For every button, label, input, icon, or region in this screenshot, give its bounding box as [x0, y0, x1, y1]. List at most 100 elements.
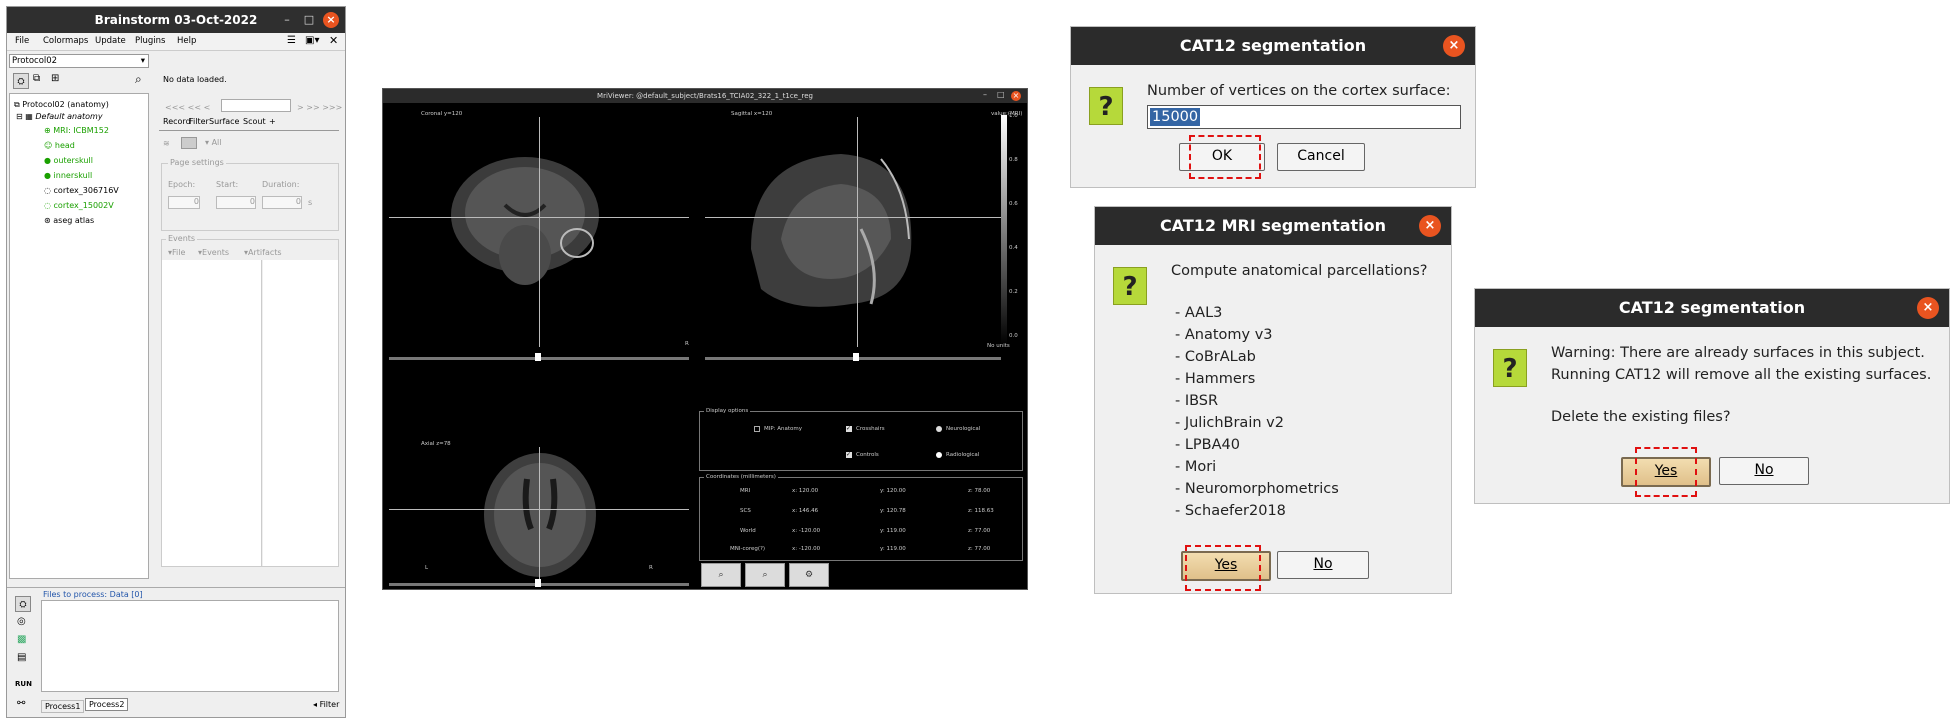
zoom-out-button[interactable]: ⌕	[745, 563, 785, 587]
tree-item-label: cortex_306716V	[53, 186, 119, 195]
protocol-select-value: Protocol02	[12, 56, 58, 66]
radiological-radio[interactable]	[936, 452, 942, 458]
search-icon[interactable]: ⌕	[135, 72, 142, 87]
tree-item-atlas[interactable]: ⊛ aseg atlas	[44, 216, 94, 225]
close-icon[interactable]: ×	[1443, 35, 1465, 57]
database-tree: ⧉ Protocol02 (anatomy) ⊟ ▦ Default anato…	[9, 93, 149, 579]
sources-filter-icon[interactable]: ◎	[17, 616, 26, 627]
maximize-button[interactable]: □	[301, 12, 317, 28]
data-filter-icon[interactable]: ⛭	[15, 596, 31, 612]
menu-colormaps[interactable]: Colormaps	[43, 36, 88, 46]
menu-update[interactable]: Update	[95, 36, 126, 46]
coord-y: y: 120.00	[880, 488, 906, 494]
colorbar[interactable]	[1001, 115, 1007, 345]
tree-item-label: outerskull	[53, 156, 93, 165]
events-events-menu[interactable]: ▾Events	[198, 248, 229, 257]
coronal-slice-image	[451, 157, 599, 285]
tab-process1[interactable]: Process1	[41, 700, 85, 713]
all-selector[interactable]: ▾ All	[205, 138, 221, 147]
events-file-menu[interactable]: ▾File	[168, 248, 185, 257]
duration-field[interactable]: 0	[262, 196, 302, 209]
events-label: Events	[166, 234, 198, 243]
tree-item-cortex-2[interactable]: ◌ cortex_15002V	[44, 201, 114, 210]
minimize-button[interactable]: –	[983, 90, 987, 99]
files-to-process-label: Files to process: Data [0]	[43, 590, 143, 599]
coronal-view[interactable]: Coronal y=120 R	[385, 105, 695, 361]
highlight-box	[1635, 447, 1697, 497]
colorbar-tick: 0.6	[1009, 201, 1018, 207]
page-settings-label: Page settings	[168, 158, 226, 167]
channel-icon[interactable]	[181, 137, 197, 149]
tree-item-innerskull[interactable]: ● innerskull	[44, 171, 92, 180]
pipeline-icon[interactable]: ⚯	[17, 698, 25, 709]
run-button[interactable]: RUN	[15, 680, 32, 688]
tree-item-cortex-1[interactable]: ◌ cortex_306716V	[44, 186, 119, 195]
files-to-process-list[interactable]	[41, 600, 339, 692]
start-field[interactable]: 0	[216, 196, 256, 209]
tree-item-head[interactable]: ☺ head	[44, 141, 75, 150]
axial-label: Axial z=78	[421, 441, 451, 447]
zoom-in-button[interactable]: ⌕	[701, 563, 741, 587]
montage-icon[interactable]: ≋	[163, 139, 170, 148]
minimize-button[interactable]: –	[279, 12, 295, 28]
vertices-input[interactable]: 15000	[1147, 105, 1461, 129]
events-artifacts-menu[interactable]: ▾Artifacts	[244, 248, 282, 257]
cat12-mri-parcellation-dialog: CAT12 MRI segmentation × ? Compute anato…	[1094, 206, 1452, 594]
settings-button[interactable]: ⚙	[789, 563, 829, 587]
tools-icon[interactable]: ✕	[329, 34, 338, 47]
epoch-field[interactable]: 0	[168, 196, 200, 209]
tab-scout[interactable]: Scout	[243, 117, 266, 126]
tree-root[interactable]: ⧉ Protocol02 (anatomy)	[14, 100, 109, 110]
functional-view-icon[interactable]: ⛭	[13, 73, 29, 89]
nav-right-buttons[interactable]: > >> >>>	[297, 103, 342, 112]
duration-unit: s	[308, 198, 313, 207]
no-button[interactable]: No	[1277, 551, 1369, 579]
controls-checkbox[interactable]: ✓	[846, 452, 852, 458]
crosshairs-checkbox[interactable]: ✓	[846, 426, 852, 432]
tab-surface[interactable]: Surface	[209, 117, 239, 126]
tab-add[interactable]: +	[269, 117, 276, 126]
study-view-icon[interactable]: ⊞	[51, 73, 59, 84]
axial-view[interactable]: Axial z=78 L R	[385, 355, 695, 591]
tab-record[interactable]: Record	[163, 117, 191, 126]
skull-icon: ●	[44, 156, 54, 165]
protocol-select[interactable]: Protocol02 ▾	[9, 54, 149, 68]
anatomy-view-icon[interactable]: ⧉	[33, 73, 40, 84]
maximize-button[interactable]: □	[997, 90, 1005, 99]
menu-file[interactable]: File	[15, 36, 29, 46]
chevron-down-icon: ▾	[140, 56, 145, 66]
layout-icon[interactable]: ▣▾	[305, 35, 319, 46]
slider-handle[interactable]	[535, 579, 541, 587]
matrix-filter-icon[interactable]: ▤	[17, 652, 26, 663]
event-groups-list[interactable]	[162, 260, 262, 566]
event-occurrences-list[interactable]	[263, 260, 338, 566]
close-button[interactable]: ×	[323, 12, 339, 28]
sagittal-view[interactable]: Sagittal x=120 value:(MRI) 1.0 0.8 0.6 0…	[701, 105, 1027, 361]
crosshair-vertical	[539, 117, 540, 347]
tree-subject[interactable]: ⊟ ▦ Default anatomy	[16, 112, 103, 121]
close-icon[interactable]: ×	[1917, 297, 1939, 319]
menu-plugins[interactable]: Plugins	[135, 36, 165, 46]
mip-checkbox[interactable]	[754, 426, 760, 432]
orient-label-l: L	[425, 565, 429, 571]
cortex-icon: ◌	[44, 186, 54, 195]
time-input[interactable]	[221, 99, 291, 112]
neurological-radio[interactable]	[936, 426, 942, 432]
crosshair-vertical	[539, 447, 540, 583]
filter-button[interactable]: ◂ Filter	[313, 700, 339, 709]
sagittal-slice-image	[751, 154, 912, 307]
tab-process2[interactable]: Process2	[85, 698, 129, 711]
menu-help[interactable]: Help	[177, 36, 196, 46]
close-button[interactable]: ×	[1011, 91, 1021, 101]
orient-label-r: R	[685, 341, 689, 347]
slider-handle[interactable]	[853, 353, 859, 361]
list-icon[interactable]: ☰	[287, 35, 296, 46]
cancel-button[interactable]: Cancel	[1277, 143, 1365, 171]
no-button[interactable]: No	[1719, 457, 1809, 485]
timefreq-filter-icon[interactable]: ▩	[17, 634, 26, 645]
tab-filter[interactable]: Filter	[189, 117, 209, 126]
close-icon[interactable]: ×	[1419, 215, 1441, 237]
nav-left-buttons[interactable]: <<< << <	[165, 103, 210, 112]
tree-item-mri[interactable]: ⊕ MRI: ICBM152	[44, 126, 109, 135]
tree-item-outerskull[interactable]: ● outerskull	[44, 156, 93, 165]
